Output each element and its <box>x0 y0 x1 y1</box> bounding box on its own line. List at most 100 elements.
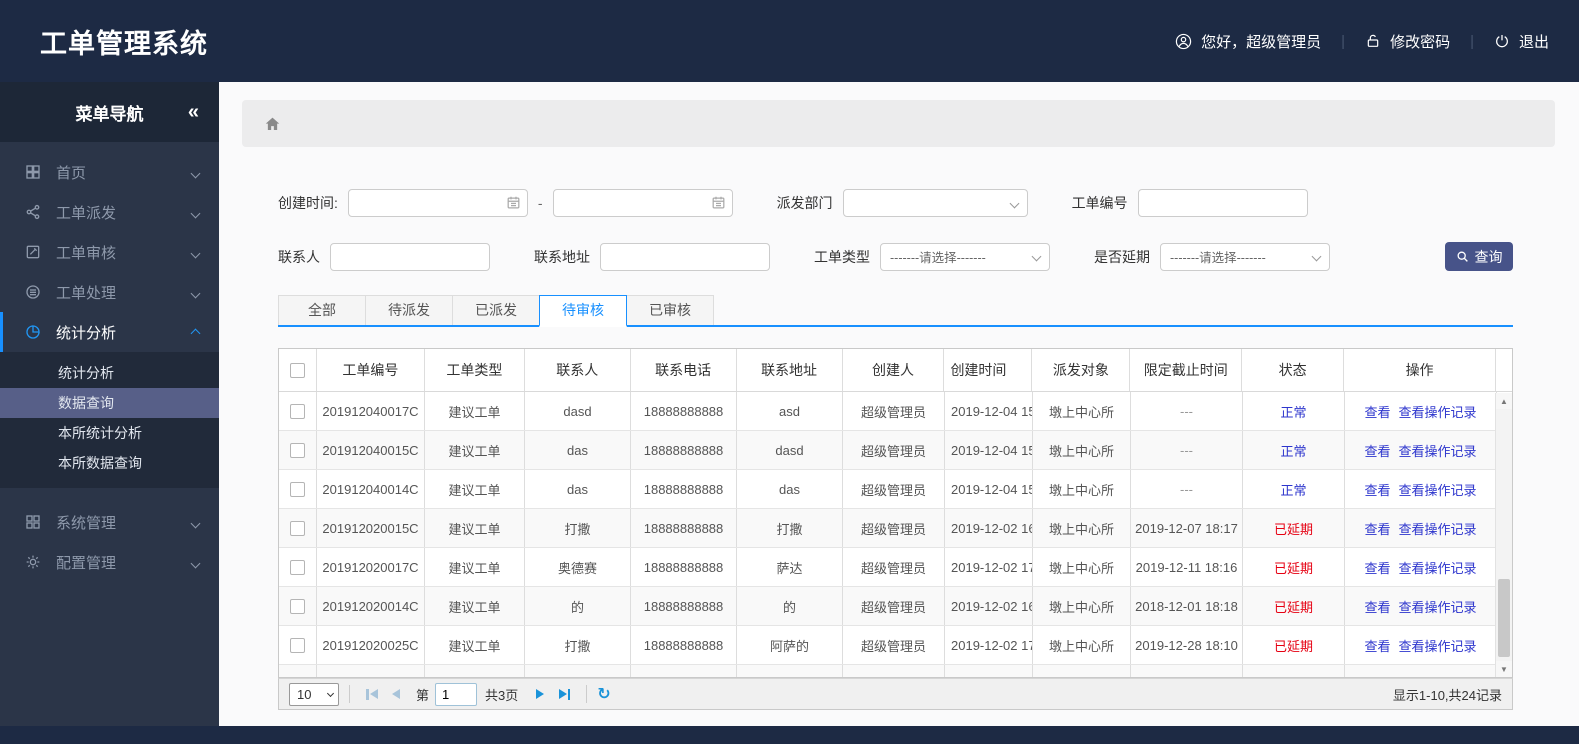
table-row: 201912020025C 建议工单 打撒 18888888888 阿萨的 超级… <box>279 626 1512 665</box>
chevron-down-icon <box>190 204 201 221</box>
tab-dispatched[interactable]: 已派发 <box>452 295 540 325</box>
sidebar-item-home[interactable]: 首页 <box>0 152 219 192</box>
first-page-button[interactable] <box>360 683 384 705</box>
next-page-button[interactable] <box>528 683 552 705</box>
sidebar: 菜单导航 « 首页 工单派发 工单审核 工单处理 统计分析 统计分析 数据查询 … <box>0 82 219 726</box>
cell-deadline: --- <box>1131 470 1243 508</box>
view-log-link[interactable]: 查看操作记录 <box>1399 519 1477 538</box>
tab-pending-review[interactable]: 待审核 <box>539 295 627 327</box>
sidebar-item-label: 首页 <box>56 164 87 182</box>
select-all-checkbox[interactable] <box>289 362 305 378</box>
view-log-link[interactable]: 查看操作记录 <box>1399 480 1477 499</box>
address-input[interactable] <box>600 242 770 271</box>
sidebar-item-process[interactable]: 工单处理 <box>0 272 219 312</box>
row-checkbox[interactable] <box>290 403 305 419</box>
submenu-item-office-data-query[interactable]: 本所数据查询 <box>0 448 219 478</box>
scroll-down-icon[interactable]: ▼ <box>1496 661 1512 677</box>
sidebar-item-dispatch[interactable]: 工单派发 <box>0 192 219 232</box>
submenu-item-office-statistics[interactable]: 本所统计分析 <box>0 418 219 448</box>
user-greeting[interactable]: 您好，超级管理员 <box>1175 31 1321 52</box>
cell-address: 萨达 <box>737 548 843 586</box>
view-log-link[interactable]: 查看操作记录 <box>1399 441 1477 460</box>
table-scrollbar[interactable]: ▲ ▼ <box>1495 393 1512 677</box>
order-no-input[interactable] <box>1137 189 1308 217</box>
work-order-table: 工单编号 工单类型 联系人 联系电话 联系地址 创建人 创建时间 派发对象 限定… <box>278 348 1513 678</box>
table-body: 201912040017C 建议工单 dasd 18888888888 asd … <box>279 392 1512 677</box>
cell-contact: 打撒 <box>525 626 631 664</box>
view-link[interactable]: 查看 <box>1364 597 1390 616</box>
row-checkbox[interactable] <box>290 598 305 614</box>
change-password-button[interactable]: 修改密码 <box>1365 31 1450 52</box>
sidebar-item-label: 工单审核 <box>56 244 117 262</box>
view-link[interactable]: 查看 <box>1364 519 1390 538</box>
cell-order-type: 建议工单 <box>425 587 525 625</box>
delay-select[interactable]: -------请选择------- <box>1160 242 1330 271</box>
cell-created: 2019-12-04 15 <box>945 431 1033 469</box>
view-log-link[interactable]: 查看操作记录 <box>1399 558 1477 577</box>
page-number-input[interactable] <box>435 682 478 706</box>
cell-target: 墩上中心所 <box>1033 548 1131 586</box>
refresh-icon[interactable]: ↻ <box>597 684 610 704</box>
system-icon <box>24 513 42 531</box>
search-button-label: 查询 <box>1474 248 1503 265</box>
table-row: 201912020014C 建议工单 的 18888888888 的 超级管理员… <box>279 587 1512 626</box>
row-checkbox[interactable] <box>290 559 305 575</box>
dispatch-dept-select[interactable] <box>842 189 1028 217</box>
cell-order-no: 201912020025C <box>317 626 425 664</box>
gear-icon <box>24 553 42 571</box>
row-checkbox[interactable] <box>290 637 305 653</box>
cell-address: das <box>737 470 843 508</box>
calendar-icon[interactable] <box>711 195 726 210</box>
calendar-icon[interactable] <box>506 195 521 210</box>
col-created: 创建时间 <box>944 349 1033 391</box>
cell-contact: dasd <box>525 392 631 430</box>
cell-phone: 18888888888 <box>631 470 737 508</box>
sidebar-item-config[interactable]: 配置管理 <box>0 542 219 582</box>
cell-created: 2019-12-04 15 <box>945 470 1033 508</box>
view-link[interactable]: 查看 <box>1364 480 1390 499</box>
sidebar-item-system[interactable]: 系统管理 <box>0 502 219 542</box>
row-checkbox[interactable] <box>290 481 305 497</box>
prev-page-button[interactable] <box>384 683 408 705</box>
cell-order-no: 201912040015C <box>317 431 425 469</box>
submenu-item-statistics[interactable]: 统计分析 <box>0 358 219 388</box>
tab-all[interactable]: 全部 <box>278 295 366 325</box>
home-icon[interactable] <box>263 115 282 133</box>
submenu-item-data-query[interactable]: 数据查询 <box>0 388 219 418</box>
scrollbar-thumb[interactable] <box>1498 579 1510 657</box>
view-link[interactable]: 查看 <box>1364 402 1390 421</box>
col-address: 联系地址 <box>737 349 843 391</box>
col-order-type: 工单类型 <box>425 349 525 391</box>
cell-creator: 超级管理员 <box>843 626 945 664</box>
sidebar-title: 菜单导航 <box>75 104 144 124</box>
logout-button[interactable]: 退出 <box>1494 31 1549 52</box>
last-page-button[interactable] <box>552 683 576 705</box>
contact-input[interactable] <box>330 242 490 271</box>
order-type-select[interactable]: -------请选择------- <box>880 242 1050 271</box>
status-text: 已延期 <box>1273 521 1313 537</box>
sidebar-item-statistics[interactable]: 统计分析 <box>0 312 219 352</box>
created-time-start-input[interactable] <box>347 189 528 217</box>
cell-phone: 18888888888 <box>631 431 737 469</box>
view-log-link[interactable]: 查看操作记录 <box>1399 402 1477 421</box>
cell-deadline: --- <box>1131 392 1243 430</box>
view-link[interactable]: 查看 <box>1364 558 1390 577</box>
created-time-end-input[interactable] <box>552 189 733 217</box>
divider <box>586 685 588 703</box>
view-log-link[interactable]: 查看操作记录 <box>1399 636 1477 655</box>
view-link[interactable]: 查看 <box>1364 636 1390 655</box>
tab-reviewed[interactable]: 已审核 <box>626 295 714 325</box>
collapse-sidebar-icon[interactable]: « <box>188 101 199 124</box>
scroll-up-icon[interactable]: ▲ <box>1496 393 1512 409</box>
view-log-link[interactable]: 查看操作记录 <box>1399 597 1477 616</box>
row-checkbox[interactable] <box>290 520 305 536</box>
order-type-label: 工单类型 <box>814 248 870 265</box>
view-link[interactable]: 查看 <box>1364 441 1390 460</box>
cell-order-no: 201912040017C <box>317 392 425 430</box>
search-button[interactable]: 查询 <box>1445 242 1513 271</box>
page-size-select[interactable]: 10 <box>289 682 339 706</box>
row-checkbox[interactable] <box>290 442 305 458</box>
tab-pending-dispatch[interactable]: 待派发 <box>365 295 453 325</box>
sidebar-item-review[interactable]: 工单审核 <box>0 232 219 272</box>
col-phone: 联系电话 <box>631 349 737 391</box>
